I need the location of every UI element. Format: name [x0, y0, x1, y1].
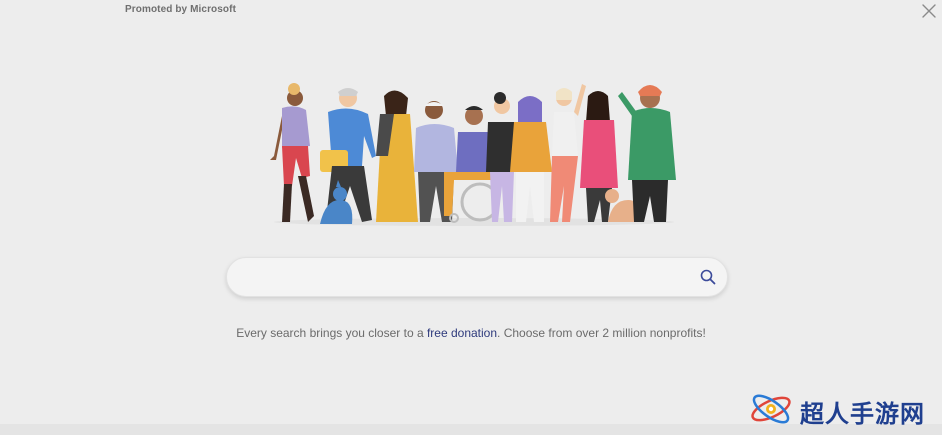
person-1: [270, 83, 314, 222]
search-box: [226, 257, 728, 297]
tagline-text-after: . Choose from over 2 million nonprofits!: [497, 326, 706, 340]
close-button[interactable]: [920, 2, 938, 20]
person-7: [550, 84, 586, 222]
watermark: 超人手游网: [748, 386, 938, 432]
tagline: Every search brings you closer to a free…: [0, 326, 942, 340]
watermark-text: 超人手游网: [800, 400, 925, 428]
search-input[interactable]: [247, 264, 691, 292]
search-icon: [700, 269, 716, 285]
search-button[interactable]: [699, 268, 717, 286]
people-illustration: [268, 76, 680, 228]
person-3: [376, 90, 418, 222]
promoted-by-label: Promoted by Microsoft: [125, 4, 236, 15]
person-2: [320, 88, 376, 222]
free-donation-link[interactable]: free donation: [427, 326, 497, 340]
watermark-logo-icon: [751, 394, 791, 424]
person-6: [510, 96, 552, 222]
close-icon: [922, 4, 936, 18]
tagline-text-before: Every search brings you closer to a: [236, 326, 427, 340]
